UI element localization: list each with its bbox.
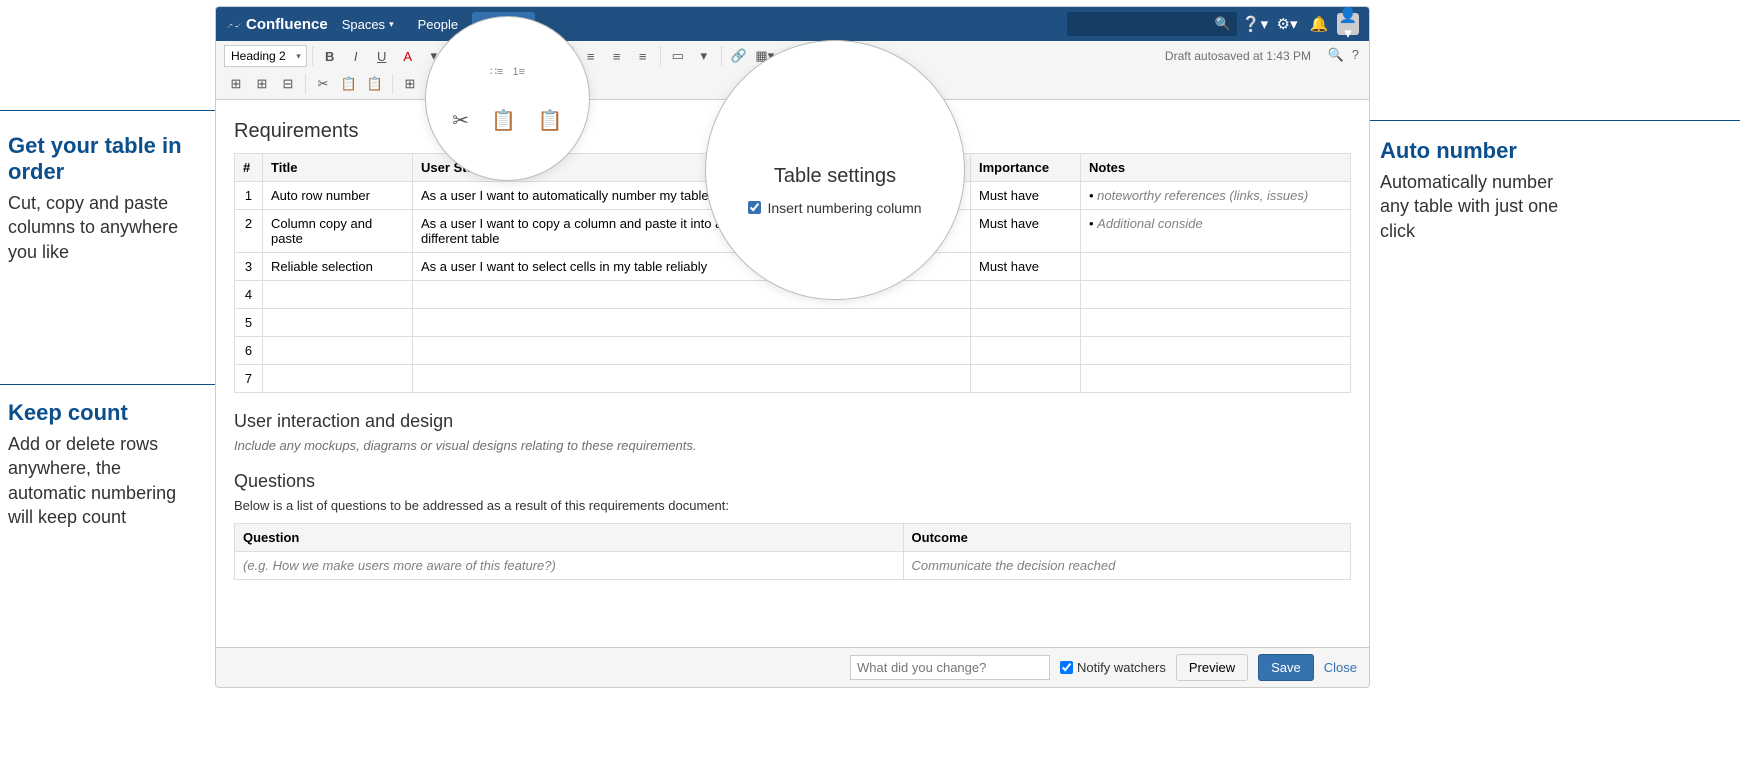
annotation-line	[0, 384, 245, 385]
paste-column-button[interactable]: 📋	[363, 73, 387, 95]
col-header-question: Question	[235, 524, 904, 552]
table-row[interactable]: 6	[235, 337, 1351, 365]
table-row[interactable]: 5	[235, 309, 1351, 337]
row-above-button[interactable]: ⊞	[224, 73, 248, 95]
annotation-title: Auto number	[1380, 138, 1570, 164]
confluence-logo[interactable]: Confluence	[226, 16, 328, 33]
cut-column-icon[interactable]: ✂︎	[452, 108, 469, 133]
row-below-button[interactable]: ⊞	[250, 73, 274, 95]
notify-watchers-checkbox[interactable]: Notify watchers	[1060, 660, 1166, 675]
annotation-body: Automatically number any table with just…	[1380, 170, 1570, 243]
table-settings-callout: Table settings Insert numbering column	[705, 40, 965, 300]
notifications-icon[interactable]: 🔔	[1305, 15, 1333, 33]
link-button[interactable]: 🔗	[727, 45, 751, 67]
help-icon[interactable]: ?	[1352, 47, 1359, 63]
find-icon[interactable]: 🔍	[1328, 47, 1344, 63]
heading-design: User interaction and design	[234, 411, 1351, 432]
align-right-button[interactable]: ≡	[631, 45, 655, 67]
questions-intro: Below is a list of questions to be addre…	[234, 498, 1351, 513]
paste-column-icon[interactable]: 📋	[538, 108, 563, 133]
change-comment-input[interactable]	[850, 655, 1050, 680]
col-header-title: Title	[263, 154, 413, 182]
text-color-button[interactable]: A	[396, 45, 420, 67]
insert-numbering-checkbox[interactable]: Insert numbering column	[748, 200, 921, 216]
help-icon[interactable]: ❔▾	[1241, 15, 1269, 33]
table-row[interactable]: 7	[235, 365, 1351, 393]
col-left-button[interactable]: ⊞	[398, 73, 422, 95]
table-settings-title: Table settings	[774, 165, 896, 188]
annotation-body: Add or delete rows anywhere, the automat…	[8, 432, 198, 529]
col-header-outcome: Outcome	[903, 524, 1350, 552]
top-nav: Confluence Spaces▾ People Create 🔍 ❔▾ ⚙▾…	[216, 7, 1369, 41]
search-icon: 🔍	[1215, 16, 1231, 32]
profile-avatar[interactable]: 👤▾	[1337, 13, 1359, 35]
preview-button[interactable]: Preview	[1176, 654, 1248, 681]
copy-column-button[interactable]: 📋	[337, 73, 361, 95]
brand-text: Confluence	[246, 16, 328, 33]
nav-people[interactable]: People	[408, 17, 468, 32]
underline-button[interactable]: U	[370, 45, 394, 67]
annotation-title: Keep count	[8, 400, 198, 426]
bold-button[interactable]: B	[318, 45, 342, 67]
delete-row-button[interactable]: ⊟	[276, 73, 300, 95]
search-box[interactable]: 🔍	[1067, 12, 1237, 36]
col-header-num: #	[235, 154, 263, 182]
copy-column-icon[interactable]: 📋	[491, 108, 516, 133]
cut-column-button[interactable]: ✂	[311, 73, 335, 95]
editor-footer: Notify watchers Preview Save Close	[216, 647, 1369, 687]
nav-spaces[interactable]: Spaces▾	[332, 17, 404, 32]
heading-questions: Questions	[234, 471, 1351, 492]
align-center-button[interactable]: ≡	[605, 45, 629, 67]
col-header-notes: Notes	[1081, 154, 1351, 182]
save-button[interactable]: Save	[1258, 654, 1314, 681]
table-row: (e.g. How we make users more aware of th…	[235, 552, 1351, 580]
layout-dropdown[interactable]: ▾	[692, 45, 716, 67]
questions-table[interactable]: Question Outcome (e.g. How we make users…	[234, 523, 1351, 580]
paragraph-style-select[interactable]: Heading 2	[224, 45, 307, 67]
italic-button[interactable]: I	[344, 45, 368, 67]
annotation-title: Get your table in order	[8, 133, 198, 185]
col-header-importance: Importance	[971, 154, 1081, 182]
confluence-icon	[226, 16, 242, 32]
settings-gear-icon[interactable]: ⚙▾	[1273, 15, 1301, 33]
annotation-body: Cut, copy and paste columns to anywhere …	[8, 191, 198, 264]
column-tools-callout: ∷≡ 1≡ ✂︎ 📋 📋	[425, 16, 590, 181]
close-button[interactable]: Close	[1324, 660, 1357, 675]
layout-button[interactable]: ▭	[666, 45, 690, 67]
design-hint: Include any mockups, diagrams or visual …	[234, 438, 1351, 453]
